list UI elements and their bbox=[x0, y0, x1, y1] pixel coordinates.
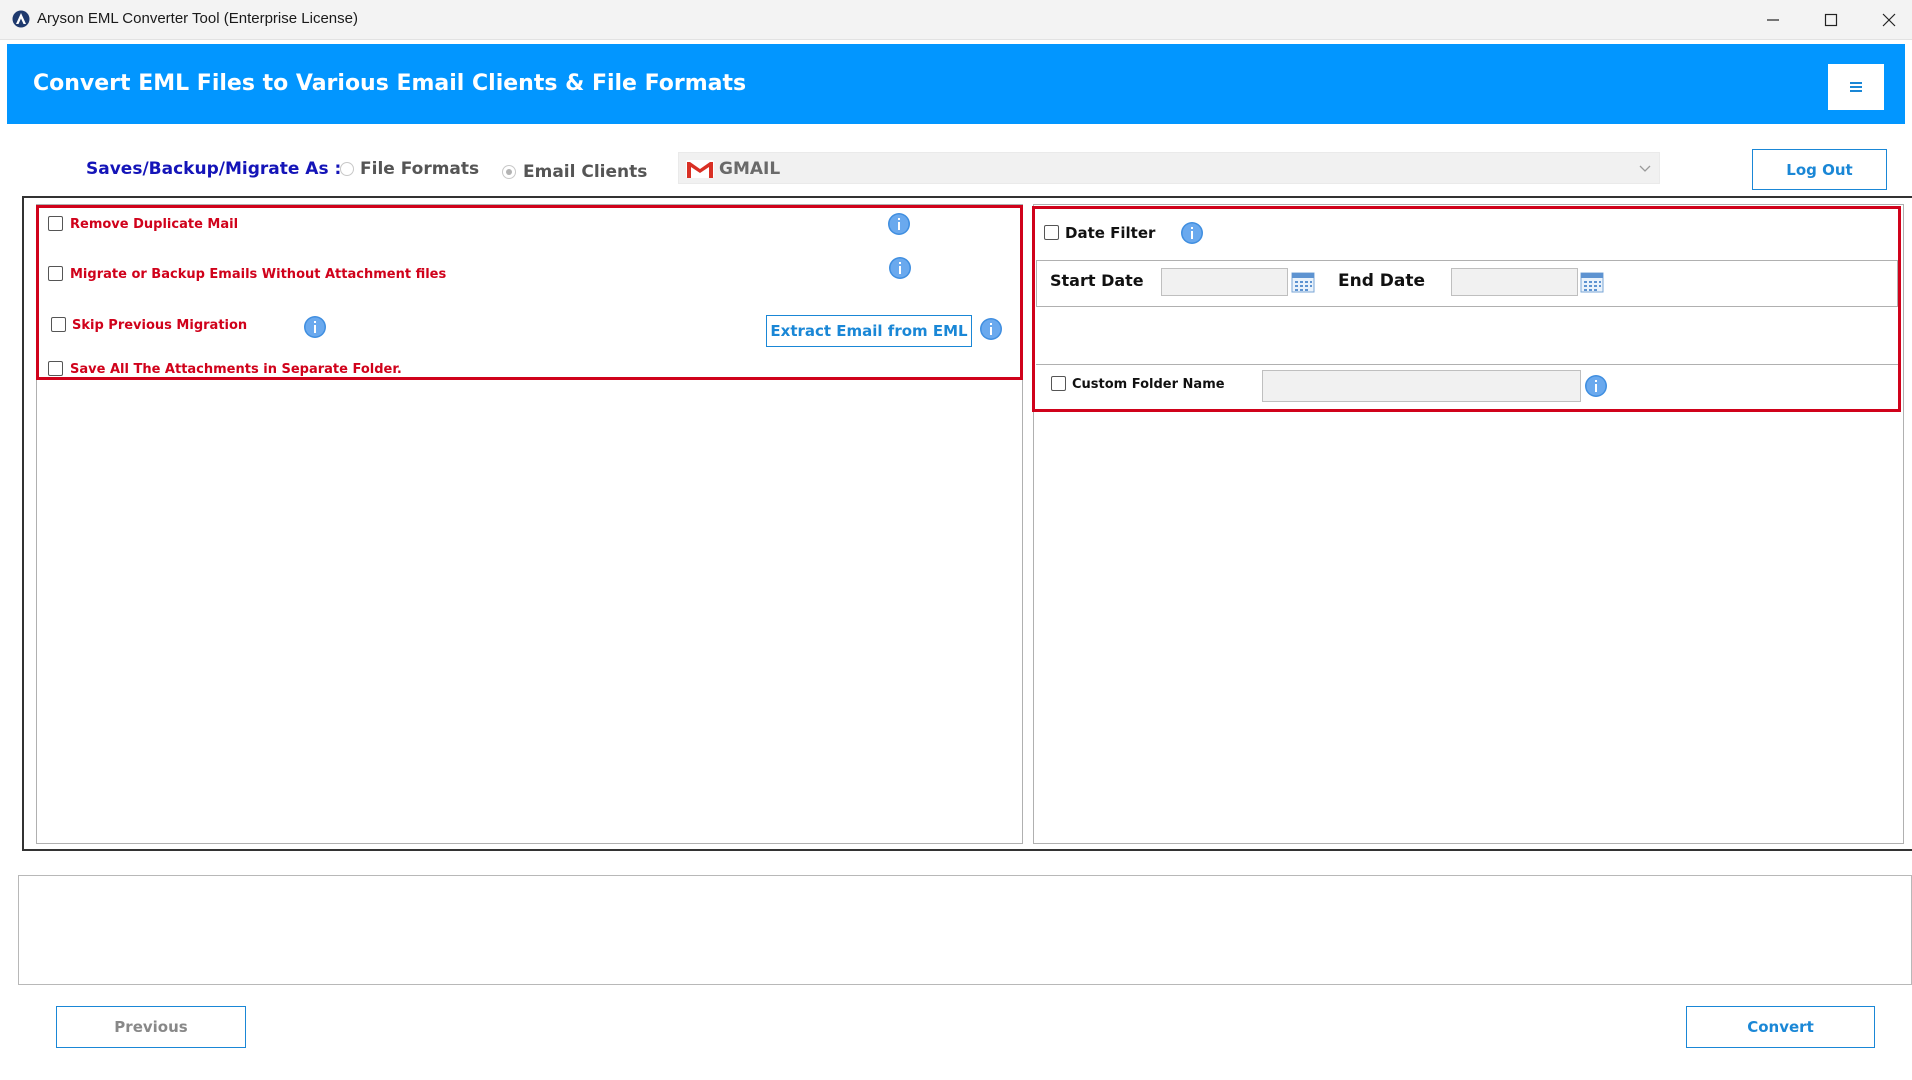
convert-button[interactable]: Convert bbox=[1686, 1006, 1875, 1048]
highlight-box-left bbox=[36, 205, 1023, 380]
minimize-button[interactable] bbox=[1744, 0, 1802, 40]
email-clients-label: Email Clients bbox=[523, 162, 648, 182]
radio-selected-dot bbox=[506, 169, 512, 175]
chevron-down-icon bbox=[1639, 165, 1651, 172]
gmail-icon bbox=[686, 160, 714, 178]
header-band: Convert EML Files to Various Email Clien… bbox=[7, 44, 1905, 124]
window-title: Aryson EML Converter Tool (Enterprise Li… bbox=[37, 10, 358, 27]
maximize-button[interactable] bbox=[1802, 0, 1860, 40]
logout-button[interactable]: Log Out bbox=[1752, 149, 1887, 190]
minimize-icon bbox=[1767, 19, 1779, 21]
hamburger-menu-icon bbox=[1850, 82, 1862, 92]
close-icon bbox=[1882, 13, 1896, 27]
page-title: Convert EML Files to Various Email Clien… bbox=[33, 71, 747, 96]
email-client-dropdown[interactable]: GMAIL bbox=[678, 152, 1660, 184]
selected-client-value: GMAIL bbox=[719, 159, 781, 179]
window-titlebar: Aryson EML Converter Tool (Enterprise Li… bbox=[0, 0, 1912, 40]
radio-file-formats[interactable] bbox=[340, 162, 354, 176]
log-area bbox=[18, 875, 1912, 985]
maximize-icon bbox=[1824, 13, 1838, 27]
close-button[interactable] bbox=[1860, 0, 1912, 40]
previous-button[interactable]: Previous bbox=[56, 1006, 246, 1048]
menu-button[interactable] bbox=[1828, 64, 1884, 110]
file-formats-label: File Formats bbox=[360, 159, 480, 179]
radio-email-clients[interactable] bbox=[502, 165, 516, 179]
app-logo-icon bbox=[12, 10, 30, 28]
highlight-box-right bbox=[1032, 206, 1901, 412]
saves-as-label: Saves/Backup/Migrate As : bbox=[86, 159, 342, 179]
